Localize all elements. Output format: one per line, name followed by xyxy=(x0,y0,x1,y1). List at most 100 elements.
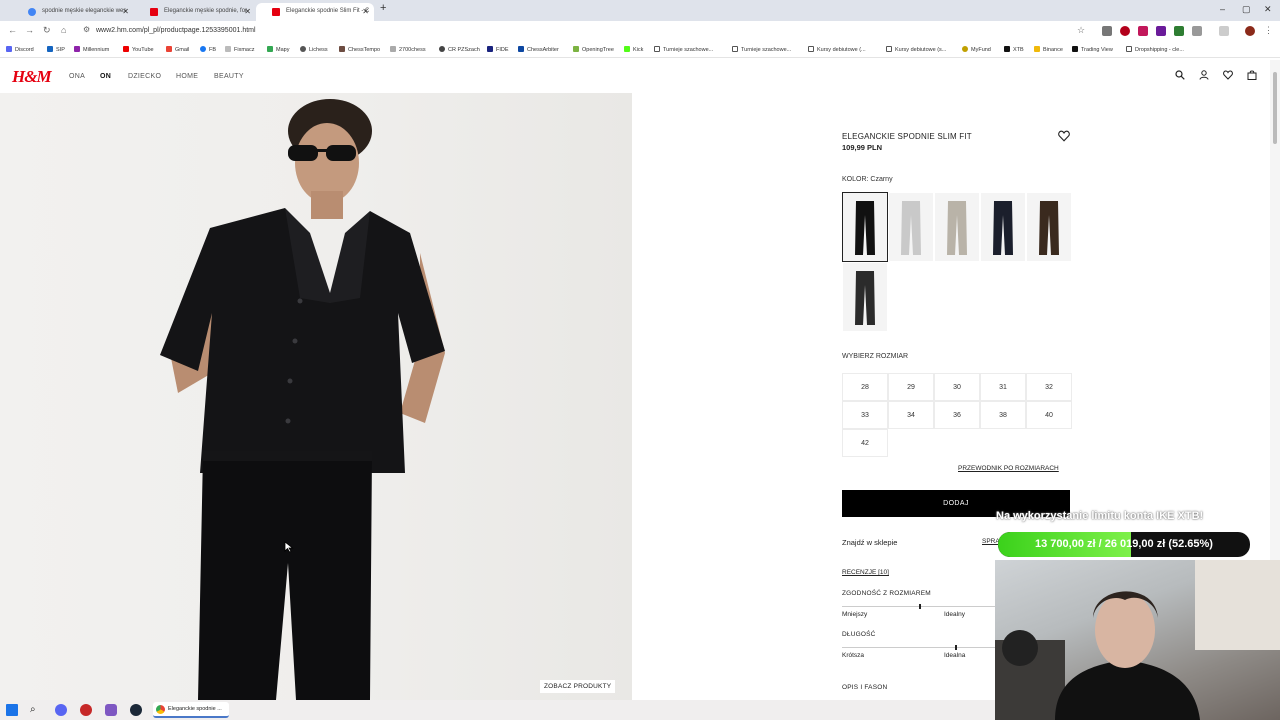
nav-ona[interactable]: ONA xyxy=(69,73,85,80)
size-option[interactable]: 32 xyxy=(1026,373,1072,401)
size-option[interactable]: 28 xyxy=(842,373,888,401)
extensions-puzzle-icon[interactable] xyxy=(1192,26,1202,36)
scrollbar-thumb[interactable] xyxy=(1273,72,1277,144)
nav-home[interactable]: HOME xyxy=(176,73,198,80)
bookmark-item[interactable]: Gmail xyxy=(166,46,189,53)
bookmark-item[interactable]: Binance xyxy=(1034,46,1063,53)
new-tab-icon[interactable]: + xyxy=(380,2,386,14)
kick-icon xyxy=(624,46,630,52)
app-icon[interactable] xyxy=(80,704,92,716)
color-swatch[interactable] xyxy=(1026,192,1072,262)
close-tab-icon[interactable]: ✕ xyxy=(244,7,251,16)
color-swatch[interactable] xyxy=(842,262,888,332)
close-tab-icon[interactable]: ✕ xyxy=(122,7,129,16)
site-info-icon[interactable]: ⚙ xyxy=(83,25,90,34)
url-field[interactable]: www2.hm.com/pl_pl/productpage.1253395001… xyxy=(96,27,256,34)
app-icon[interactable] xyxy=(105,704,117,716)
bookmark-item[interactable]: XTB xyxy=(1004,46,1024,53)
size-guide-link[interactable]: PRZEWODNIK PO ROZMIARACH xyxy=(958,465,1059,472)
search-icon[interactable] xyxy=(1175,70,1185,80)
size-option[interactable]: 36 xyxy=(934,401,980,429)
bookmark-item[interactable]: MyFund xyxy=(962,46,991,53)
menu-dots-icon[interactable]: ⋮ xyxy=(1264,25,1273,36)
maximize-icon[interactable]: ▢ xyxy=(1242,4,1251,15)
bookmark-item[interactable]: ChessArbiter xyxy=(518,46,559,53)
color-swatch[interactable] xyxy=(934,192,980,262)
nav-dziecko[interactable]: DZIECKO xyxy=(128,73,161,80)
product-photo[interactable] xyxy=(0,93,632,700)
bookmark-item[interactable]: Kick xyxy=(624,46,643,53)
bookmark-item[interactable]: FIDE xyxy=(487,46,509,53)
browser-tab[interactable]: Eleganckie męskie spodnie, for ✕ xyxy=(134,3,256,21)
add-to-favorites-heart-icon[interactable] xyxy=(1058,130,1070,142)
fide-icon xyxy=(487,46,493,52)
color-swatch[interactable] xyxy=(888,192,934,262)
home-icon[interactable]: ⌂ xyxy=(61,25,66,35)
description-section-header[interactable]: OPIS I FASON xyxy=(842,684,887,691)
bookmark-item[interactable]: Lichess xyxy=(300,46,328,53)
bookmark-folder[interactable]: Kursy debiutowe (s... xyxy=(886,46,946,53)
extension-icon[interactable] xyxy=(1120,26,1130,36)
bookmark-item[interactable]: YouTube xyxy=(123,46,154,53)
size-option[interactable]: 29 xyxy=(888,373,934,401)
reload-icon[interactable]: ↻ xyxy=(43,25,51,36)
extension-icon[interactable] xyxy=(1156,26,1166,36)
close-window-icon[interactable]: ✕ xyxy=(1264,4,1272,15)
bookmark-item[interactable]: FB xyxy=(200,46,216,53)
favorites-heart-icon[interactable] xyxy=(1223,70,1233,80)
color-swatch[interactable] xyxy=(980,192,1026,262)
color-label: KOLOR: Czarny xyxy=(842,176,893,183)
bookmark-item[interactable]: Mapy xyxy=(267,46,289,53)
size-option[interactable]: 33 xyxy=(842,401,888,429)
bookmark-folder[interactable]: Turnieje szachowe... xyxy=(654,46,713,53)
bookmark-folder[interactable]: Turnieje szachowe... xyxy=(732,46,791,53)
extension-icon[interactable] xyxy=(1138,26,1148,36)
forward-icon[interactable]: → xyxy=(25,25,34,35)
bookmark-item[interactable]: OpeningTree xyxy=(573,46,614,53)
download-icon[interactable] xyxy=(1174,26,1184,36)
close-tab-icon[interactable]: ✕ xyxy=(362,7,369,16)
bookmark-item[interactable]: Discord xyxy=(6,46,34,53)
product-price: 109,99 PLN xyxy=(842,143,883,152)
search-icon[interactable]: ⌕ xyxy=(30,704,42,716)
mouse-cursor-icon xyxy=(284,541,294,553)
size-option[interactable]: 30 xyxy=(934,373,980,401)
reviews-link[interactable]: RECENZJE [10] xyxy=(842,569,889,576)
size-option[interactable]: 42 xyxy=(842,429,888,457)
browser-tab[interactable]: spodnie męskie eleganckie wes ✕ xyxy=(12,3,134,21)
taskbar-chrome-window[interactable]: Eleganckie spodnie ... xyxy=(153,702,229,718)
bookmark-item[interactable]: Millennium xyxy=(74,46,109,53)
bookmark-item[interactable]: Trading View xyxy=(1072,46,1113,53)
nav-on[interactable]: ON xyxy=(100,73,111,80)
account-icon[interactable] xyxy=(1199,70,1209,80)
youtube-icon xyxy=(123,46,129,52)
cart-bag-icon[interactable] xyxy=(1247,70,1257,80)
see-products-button[interactable]: ZOBACZ PRODUKTY xyxy=(540,680,616,693)
size-option[interactable]: 34 xyxy=(888,401,934,429)
bookmark-item[interactable]: 2700chess xyxy=(390,46,426,53)
cast-icon[interactable] xyxy=(1219,26,1229,36)
color-swatch[interactable] xyxy=(842,192,888,262)
nav-beauty[interactable]: BEAUTY xyxy=(214,73,244,80)
bookmark-item[interactable]: ChessTempo xyxy=(339,46,380,53)
bookmark-item[interactable]: Fixmacz xyxy=(225,46,254,53)
trousers-thumbnail xyxy=(900,201,922,255)
bookmark-item[interactable]: SIP xyxy=(47,46,65,53)
bookmark-item[interactable]: CR PZSzach xyxy=(439,46,480,53)
size-option[interactable]: 38 xyxy=(980,401,1026,429)
bookmark-folder[interactable]: Dropshipping - cle... xyxy=(1126,46,1184,53)
size-option[interactable]: 31 xyxy=(980,373,1026,401)
gmail-extension-icon[interactable] xyxy=(1102,26,1112,36)
trousers-thumbnail xyxy=(854,271,876,325)
bookmark-folder[interactable]: Kursy debiutowe (... xyxy=(808,46,866,53)
discord-icon[interactable] xyxy=(55,704,67,716)
hm-logo[interactable]: H&M xyxy=(12,67,52,87)
minimize-icon[interactable]: – xyxy=(1220,4,1225,14)
steam-icon[interactable] xyxy=(130,704,142,716)
windows-start-icon[interactable] xyxy=(6,704,18,716)
bookmark-star-icon[interactable]: ☆ xyxy=(1077,25,1085,36)
browser-tab-active[interactable]: Eleganckie spodnie Slim Fit - C ✕ xyxy=(256,3,374,21)
size-option[interactable]: 40 xyxy=(1026,401,1072,429)
back-icon[interactable]: ← xyxy=(8,25,17,35)
profile-avatar[interactable] xyxy=(1245,26,1255,36)
